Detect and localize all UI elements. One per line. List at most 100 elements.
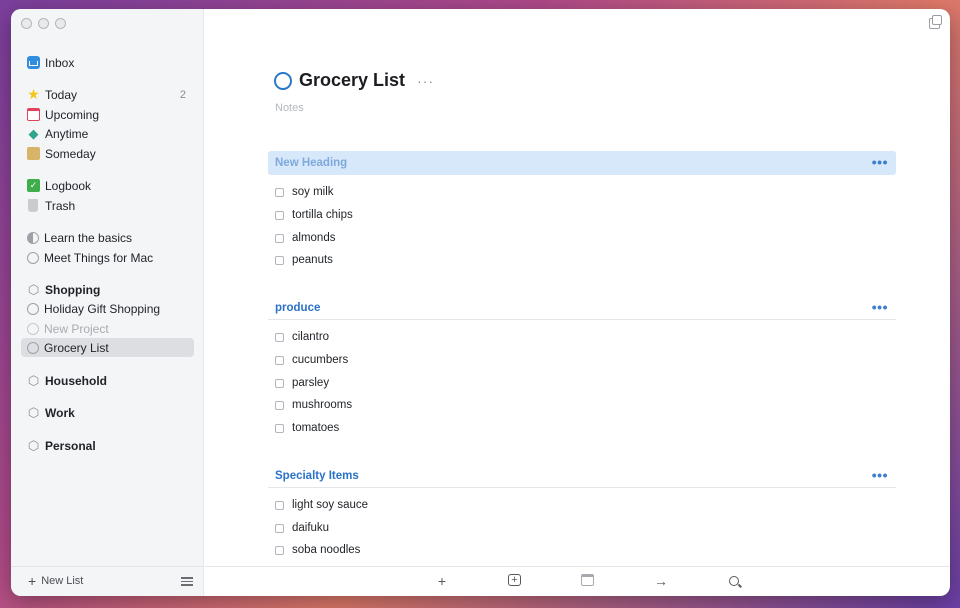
sidebar-area-personal[interactable]: ⬡ Personal xyxy=(21,436,194,455)
sidebar-item-label: Household xyxy=(45,373,107,388)
sidebar-area-household[interactable]: ⬡ Household xyxy=(21,371,194,390)
checkbox[interactable] xyxy=(275,378,284,388)
todo-label: soba noodles xyxy=(292,544,361,556)
ring-icon xyxy=(27,302,39,315)
heading-more-icon[interactable]: ••• xyxy=(872,299,888,315)
todo-label: tortilla chips xyxy=(292,209,353,221)
sidebar-item-logbook[interactable]: ✓ Logbook xyxy=(21,176,194,195)
checkbox[interactable] xyxy=(275,187,284,197)
logbook-icon: ✓ xyxy=(27,179,40,192)
sidebar-item-grocery-list[interactable]: Grocery List xyxy=(21,338,194,357)
todo-item[interactable]: soba noodles xyxy=(275,542,360,558)
todo-item[interactable]: almonds xyxy=(275,230,335,246)
cube-icon: ⬡ xyxy=(27,405,40,420)
checkbox[interactable] xyxy=(275,332,284,342)
move-button[interactable]: → xyxy=(654,574,668,588)
heading-more-icon[interactable]: ••• xyxy=(872,467,888,483)
sidebar-item-trash[interactable]: Trash xyxy=(21,196,194,215)
todo-label: cucumbers xyxy=(292,354,349,366)
sidebar-item-label: Shopping xyxy=(45,282,101,297)
checkbox[interactable] xyxy=(275,500,284,510)
more-options-icon[interactable]: ··· xyxy=(417,73,434,89)
sliders-icon[interactable] xyxy=(181,575,193,587)
todo-item[interactable]: mushrooms xyxy=(275,397,352,413)
sidebar-item-label: Today xyxy=(45,87,78,102)
sidebar: Inbox ★ Today 2 Upcoming ◆ Anytime Somed… xyxy=(11,9,204,596)
notes-field[interactable]: Notes xyxy=(275,102,304,114)
checkbox[interactable] xyxy=(275,423,284,433)
heading-label: New Heading xyxy=(275,157,348,169)
star-icon: ★ xyxy=(27,86,40,102)
sidebar-item-learn-the-basics[interactable]: Learn the basics xyxy=(21,228,194,247)
sidebar-item-holiday-gift-shopping[interactable]: Holiday Gift Shopping xyxy=(21,299,194,318)
sidebar-item-label: Someday xyxy=(45,146,96,161)
todo-item[interactable]: cilantro xyxy=(275,329,329,345)
sidebar-item-label: Logbook xyxy=(45,178,92,193)
add-todo-button[interactable]: + xyxy=(435,574,449,588)
search-button[interactable] xyxy=(727,574,741,588)
inbox-icon xyxy=(27,56,40,69)
checkbox[interactable] xyxy=(275,255,284,265)
todo-item[interactable]: parsley xyxy=(275,375,329,391)
bottom-toolbar: + + → xyxy=(205,566,950,596)
sidebar-area-shopping[interactable]: ⬡ Shopping xyxy=(21,280,194,299)
checkbox[interactable] xyxy=(275,355,284,365)
sidebar-item-anytime[interactable]: ◆ Anytime xyxy=(21,124,194,143)
sidebar-item-someday[interactable]: Someday xyxy=(21,144,194,163)
todo-item[interactable]: cucumbers xyxy=(275,352,348,368)
sidebar-item-label: New Project xyxy=(44,321,109,336)
sidebar-item-inbox[interactable]: Inbox xyxy=(21,53,194,72)
close-button[interactable] xyxy=(21,18,32,29)
sidebar-item-today[interactable]: ★ Today 2 xyxy=(21,85,194,104)
heading-more-icon[interactable]: ••• xyxy=(872,154,888,170)
app-window: Inbox ★ Today 2 Upcoming ◆ Anytime Somed… xyxy=(11,9,950,596)
search-icon xyxy=(729,576,739,586)
todo-item[interactable]: daifuku xyxy=(275,520,329,536)
todo-item[interactable]: tortilla chips xyxy=(275,207,353,223)
add-heading-button[interactable]: + xyxy=(508,574,521,586)
page-title[interactable]: Grocery List xyxy=(299,70,405,91)
sidebar-item-meet-things[interactable]: Meet Things for Mac xyxy=(21,248,194,267)
heading-new-heading[interactable]: New Heading ••• xyxy=(268,151,896,175)
sidebar-item-upcoming[interactable]: Upcoming xyxy=(21,105,194,124)
todo-label: almonds xyxy=(292,232,336,244)
todo-label: cilantro xyxy=(292,331,330,343)
todo-item[interactable]: tomatoes xyxy=(275,420,339,436)
todo-item[interactable]: soy milk xyxy=(275,184,334,200)
trash-icon xyxy=(28,199,38,212)
todo-item[interactable]: peanuts xyxy=(275,252,333,268)
todo-label: light soy sauce xyxy=(292,499,369,511)
todo-item[interactable]: light soy sauce xyxy=(275,497,368,513)
checkbox[interactable] xyxy=(275,233,284,243)
checkbox[interactable] xyxy=(275,523,284,533)
cube-icon: ⬡ xyxy=(27,438,40,453)
checkbox[interactable] xyxy=(275,210,284,220)
window-controls xyxy=(21,18,66,29)
minimize-button[interactable] xyxy=(38,18,49,29)
sidebar-item-label: Upcoming xyxy=(45,107,100,122)
box-icon xyxy=(27,147,40,160)
project-header: Grocery List ··· xyxy=(274,70,434,91)
checkbox[interactable] xyxy=(275,545,284,555)
checkbox[interactable] xyxy=(275,400,284,410)
zoom-button[interactable] xyxy=(55,18,66,29)
when-calendar-button[interactable] xyxy=(581,574,594,586)
sidebar-item-new-project[interactable]: New Project xyxy=(21,319,194,338)
new-list-button[interactable]: + New List xyxy=(28,574,83,588)
project-progress-ring-icon[interactable] xyxy=(274,71,292,90)
cube-icon: ⬡ xyxy=(27,373,40,388)
heading-specialty-items[interactable]: Specialty Items ••• xyxy=(268,464,896,488)
sidebar-area-work[interactable]: ⬡ Work xyxy=(21,403,194,422)
progress-ring-icon xyxy=(27,231,39,244)
todo-label: parsley xyxy=(292,377,330,389)
window-duplicate-icon[interactable] xyxy=(929,15,942,29)
heading-produce[interactable]: produce ••• xyxy=(268,296,896,320)
sidebar-item-label: Work xyxy=(45,405,75,420)
sidebar-item-label: Grocery List xyxy=(44,340,109,355)
heading-label: Specialty Items xyxy=(275,469,359,482)
sidebar-item-label: Personal xyxy=(45,438,96,453)
sidebar-footer: + New List xyxy=(11,566,203,596)
todo-label: mushrooms xyxy=(292,399,353,411)
main-content: Grocery List ··· Notes New Heading ••• s… xyxy=(205,9,950,596)
todo-label: tomatoes xyxy=(292,422,340,434)
